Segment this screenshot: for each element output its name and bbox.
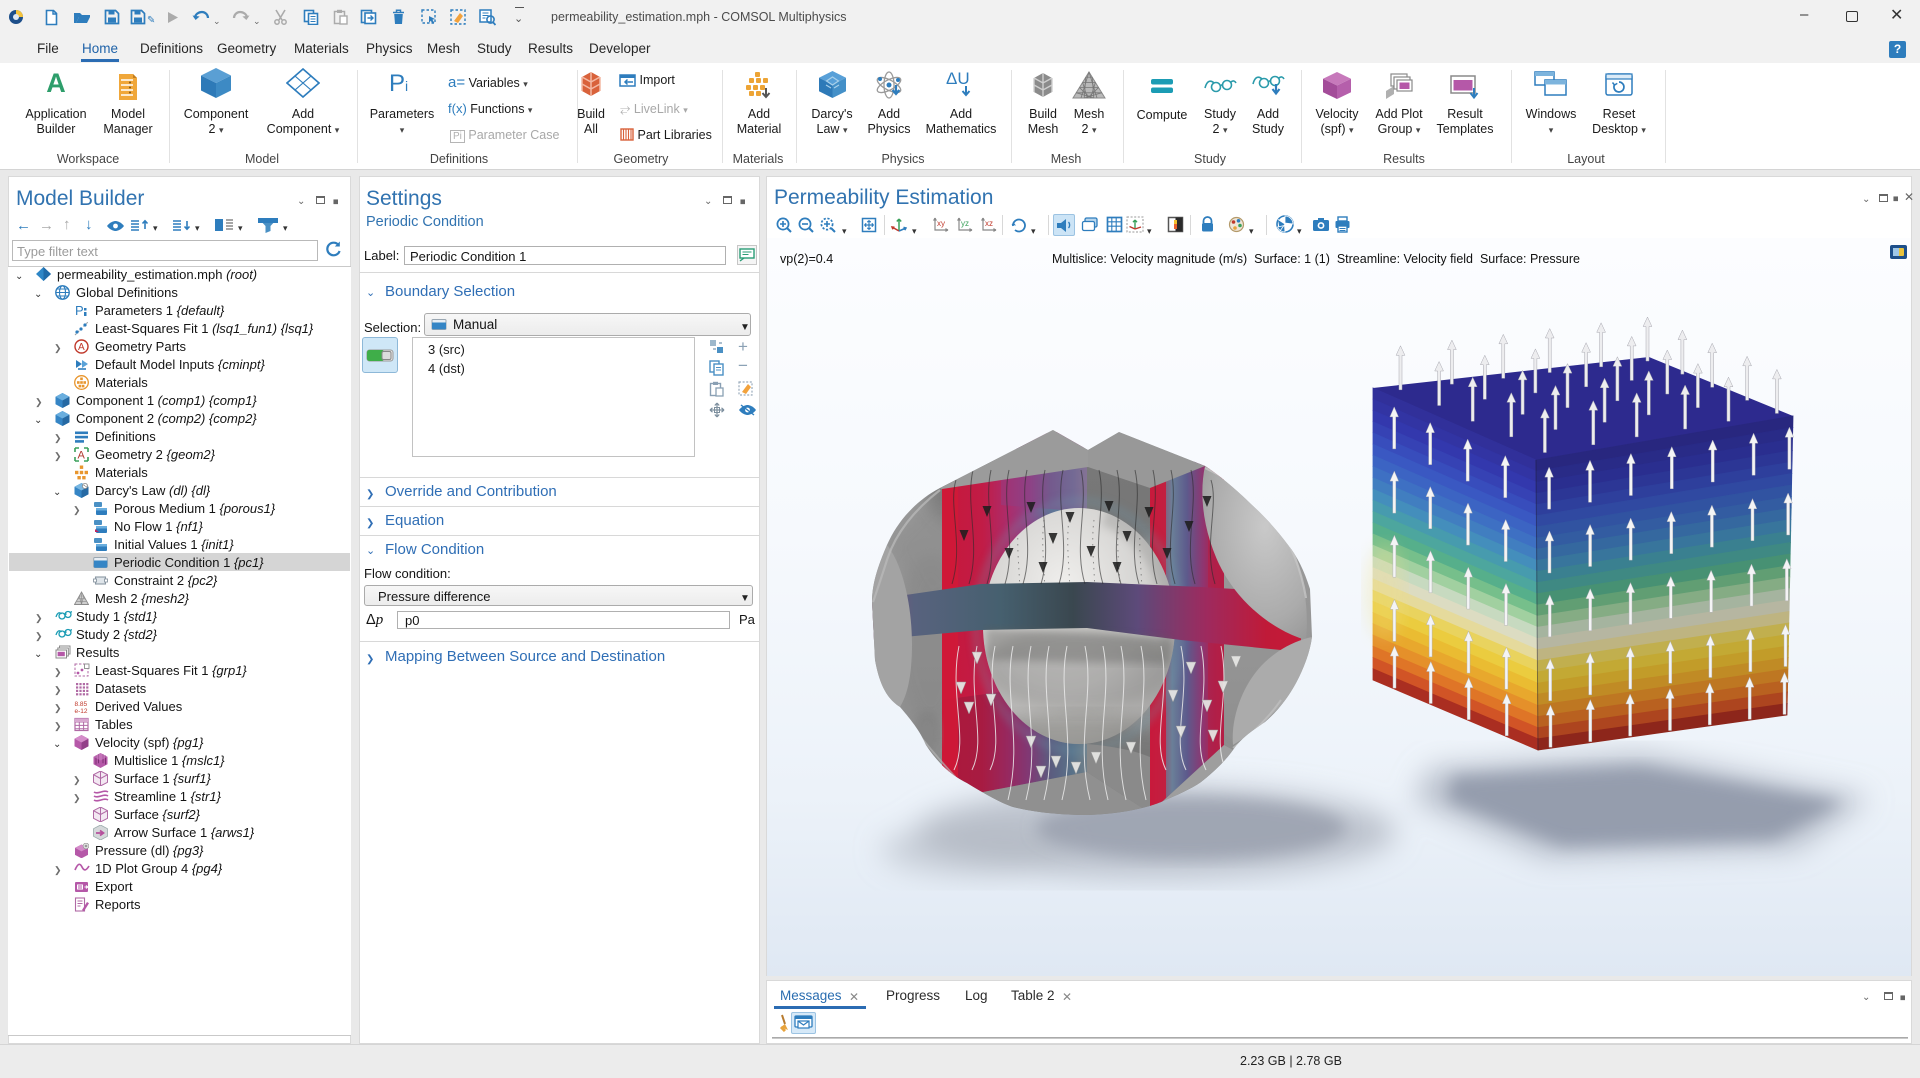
svg-text:8.85: 8.85 (75, 701, 88, 708)
svg-text:P: P (75, 303, 84, 318)
svg-text:e-12: e-12 (75, 708, 88, 714)
svg-text:xy: xy (937, 219, 945, 228)
svg-text:ΔU: ΔU (946, 69, 970, 88)
svg-text:xz: xz (985, 219, 993, 228)
svg-text:A: A (78, 342, 85, 353)
svg-text:yz: yz (961, 219, 969, 228)
svg-text:A: A (78, 450, 86, 462)
